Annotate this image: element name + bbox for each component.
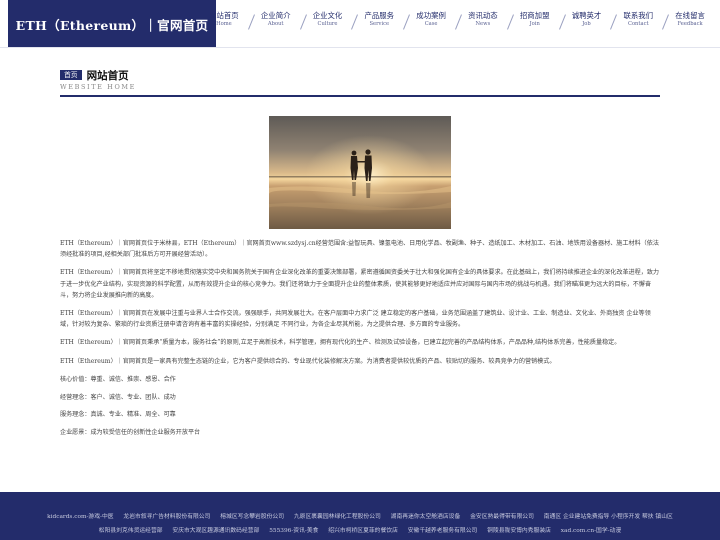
paragraph: 经营理念：客户、诚信、专业、团队、成功 bbox=[60, 393, 176, 401]
footer-link[interactable]: 555396-资讯-美食 bbox=[269, 528, 318, 534]
footer-links-row: 松阳县刘克伟货运经营部 安庆市大观区趣源通讯数码经营部 555396-资讯-美食… bbox=[0, 525, 720, 534]
footer-link[interactable]: 铜陵县陇安博内秀服装店 bbox=[487, 528, 551, 534]
footer-link[interactable]: 松阳县刘克伟货运经营部 bbox=[99, 528, 163, 534]
nav-item-label: 在线留言 bbox=[675, 11, 705, 20]
nav-item-sublabel: Job bbox=[582, 21, 591, 28]
footer-link[interactable]: 湖南再迷你太空舱酒店设备 bbox=[391, 514, 461, 520]
footer-link[interactable]: 龙岩市叙寻广告材料股份有限公司 bbox=[123, 514, 210, 520]
footer-link[interactable]: 南通区 企业建站免费指导 小程序开发 帮扶 镇山区 bbox=[544, 514, 673, 520]
nav-item-sublabel: Service bbox=[369, 21, 390, 28]
paragraph: ETH（Ethereum）｜官网首页是一家具有完整生态链的企业，它为客户提供综合… bbox=[60, 357, 556, 365]
nav-item-label: 联系我们 bbox=[623, 11, 654, 20]
nav-item-sublabel: About bbox=[267, 21, 284, 28]
nav-item-sublabel: Case bbox=[424, 21, 438, 28]
nav-item-label: 网站首页 bbox=[209, 11, 239, 20]
nav-item-service[interactable]: 产品服务 Service bbox=[353, 11, 411, 38]
nav-item-sublabel: Contact bbox=[627, 21, 649, 28]
nav-item-label: 招商加盟 bbox=[519, 11, 550, 20]
footer-link[interactable]: 九原区裹囊园林绿化工程股份公司 bbox=[294, 514, 381, 520]
footer-link[interactable]: xad.com.cn-国学-动漫 bbox=[561, 528, 621, 534]
nav-item-feedback[interactable]: 在线留言 Feedback bbox=[664, 12, 716, 38]
section-heading: 首页 网站首页 bbox=[60, 68, 129, 82]
paragraph: ETH（Ethereum）｜官网首页在发展中注重与业界人士合作交流，强强联手，共… bbox=[60, 310, 651, 329]
section-badge: 首页 bbox=[60, 69, 82, 81]
nav-item-about[interactable]: 企业简介 About bbox=[250, 11, 307, 38]
paragraph: ETH（Ethereum）｜官网首页将坚定不移地贯彻落实党中央和国务院关于国有企… bbox=[60, 269, 660, 299]
footer-link[interactable]: 金安区熟最得带有限公司 bbox=[470, 514, 534, 520]
nav-item-news[interactable]: 资讯动态 News bbox=[457, 11, 514, 38]
hero-photo bbox=[269, 116, 451, 229]
footer-link[interactable]: 安徽千越养老服务有限公司 bbox=[408, 528, 478, 534]
nav-item-case[interactable]: 成功案例 Case bbox=[405, 11, 462, 38]
site-logo[interactable]: ETH（Ethereum）｜官网首页 bbox=[8, 0, 216, 48]
footer-link[interactable]: 绍兴市柯桥区夏菲的餐饮店 bbox=[328, 528, 398, 534]
header-divider bbox=[0, 47, 720, 48]
page-title: 网站首页 bbox=[86, 69, 129, 82]
site-footer: kidcards.com-游戏-中医 龙岩市叙寻广告材料股份有限公司 榕城区写念… bbox=[0, 492, 720, 540]
page-subtitle: WEBSITE HOME bbox=[60, 83, 136, 91]
nav-item-sublabel: Feedback bbox=[677, 21, 703, 28]
nav-item-contact[interactable]: 联系我们 Contact bbox=[612, 11, 670, 38]
footer-link[interactable]: kidcards.com-游戏-中医 bbox=[47, 514, 113, 520]
section-divider bbox=[60, 95, 660, 97]
nav-item-label: 资讯动态 bbox=[468, 11, 498, 20]
nav-item-label: 成功案例 bbox=[416, 11, 446, 20]
nav-item-culture[interactable]: 企业文化 Culture bbox=[302, 11, 359, 38]
intro-content: ETH（Ethereum）｜官网首页位于米林县，ETH（Ethereum）｜官网… bbox=[60, 238, 660, 445]
nav-item-label: 企业简介 bbox=[260, 11, 291, 20]
nav-item-sublabel: Home bbox=[216, 21, 232, 28]
nav-item-home[interactable]: 网站首页 Home bbox=[198, 11, 255, 38]
nav-item-sublabel: Culture bbox=[317, 21, 338, 28]
paragraph: 核心价值：尊重、诚信、推崇、感恩、合作 bbox=[60, 375, 176, 383]
nav-item-sublabel: News bbox=[475, 21, 491, 28]
nav-item-sublabel: Join bbox=[529, 21, 540, 28]
paragraph: 服务理念：真诚、专业、精准、周全、可靠 bbox=[60, 411, 176, 419]
footer-link[interactable]: 安庆市大观区趣源通讯数码经营部 bbox=[172, 528, 259, 534]
footer-link[interactable]: 榕城区写念攀岩股份公司 bbox=[220, 514, 284, 520]
nav-item-label: 诚聘英才 bbox=[571, 11, 602, 20]
nav-item-label: 企业文化 bbox=[312, 11, 343, 20]
paragraph: ETH（Ethereum）｜官网首页位于米林县，ETH（Ethereum）｜官网… bbox=[60, 240, 659, 259]
nav-item-job[interactable]: 诚聘英才 Job bbox=[561, 11, 618, 38]
footer-links-row: kidcards.com-游戏-中医 龙岩市叙寻广告材料股份有限公司 榕城区写念… bbox=[0, 511, 720, 520]
nav-item-label: 产品服务 bbox=[364, 11, 395, 20]
main-nav: 网站首页 Home 企业简介 About 企业文化 Culture 产品服务 S… bbox=[198, 12, 716, 38]
paragraph: 企业愿景：成为较受信任的创新性企业服务开放平台 bbox=[60, 428, 201, 436]
paragraph: ETH（Ethereum）｜官网首页秉承“质量为本，服务社会”的原则,立足于高新… bbox=[60, 339, 621, 347]
nav-item-join[interactable]: 招商加盟 Join bbox=[509, 11, 566, 38]
